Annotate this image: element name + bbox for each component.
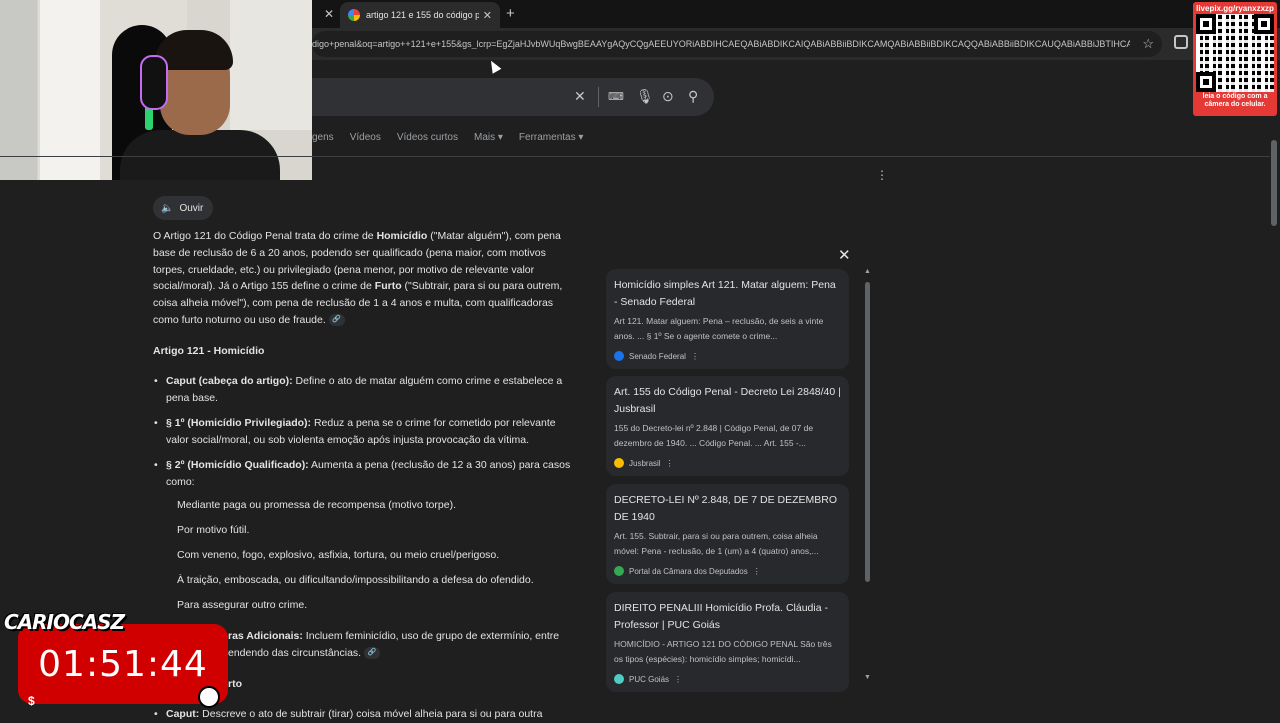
source-title[interactable]: DECRETO-LEI Nº 2.848, DE 7 DE DEZEMBRO D…: [614, 492, 841, 526]
list-item-partial-line: endendo das circunstâncias. 🔗: [228, 647, 628, 660]
more-options-icon[interactable]: ⋮: [753, 567, 761, 576]
close-sources-icon[interactable]: ✕: [838, 246, 851, 264]
sub-list-item: À traição, emboscada, ou dificultando/im…: [177, 574, 534, 586]
tab-tools[interactable]: Ferramentas ▾: [519, 132, 583, 150]
source-card[interactable]: DIREITO PENALIII Homicídio Profa. Cláudi…: [606, 592, 849, 692]
sub-list-item: Por motivo fútil.: [177, 524, 250, 536]
listen-label: Ouvir: [179, 202, 204, 214]
source-snippet: Art 121. Matar alguem: Pena – reclusão, …: [614, 315, 826, 342]
source-site: Senado Federal ⋮: [614, 351, 699, 361]
section-heading: Artigo 121 - Homicídio: [153, 345, 265, 357]
qr-bottom-text: leia o código com a câmera do celular.: [1202, 93, 1268, 108]
speaker-icon: 🔈: [161, 202, 174, 214]
webcam-overlay: [0, 0, 312, 180]
sub-list-item: Para assegurar outro crime.: [177, 599, 308, 611]
mouse-cursor-icon: [486, 58, 502, 74]
list-item: § 2º (Homicídio Qualificado): Aumenta a …: [154, 457, 576, 491]
qr-code-icon: [1196, 14, 1274, 92]
plus-icon[interactable]: +: [506, 5, 515, 22]
timer-overlay: 01:51:44: [18, 624, 228, 704]
donation-qr-overlay: livepix.gg/ryanxzxzp leia o código com a…: [1193, 2, 1277, 116]
ai-summary: O Artigo 121 do Código Penal trata do cr…: [153, 230, 563, 327]
timer-value: 01:51:44: [38, 643, 208, 685]
keyboard-icon[interactable]: ⌨: [608, 90, 624, 103]
tab-active[interactable]: artigo 121 e 155 do código pen ✕: [340, 2, 500, 28]
lens-icon[interactable]: ⊙: [662, 88, 674, 105]
site-favicon-icon: [614, 674, 624, 684]
source-card[interactable]: Art. 155 do Código Penal - Decreto Lei 2…: [606, 376, 849, 476]
tab-short-videos[interactable]: Vídeos curtos: [397, 132, 458, 150]
bold-term: Homicídio: [376, 230, 428, 242]
list-item: Caput: Descreve o ato de subtrair (tirar…: [154, 706, 576, 723]
tab-videos[interactable]: Vídeos: [350, 132, 381, 150]
source-title[interactable]: DIREITO PENALIII Homicídio Profa. Cláudi…: [614, 600, 841, 634]
source-title[interactable]: Art. 155 do Código Penal - Decreto Lei 2…: [614, 384, 841, 418]
search-input[interactable]: ✕ ⌨ 🎙 ⊙ ⚲: [312, 78, 714, 116]
source-snippet: 155 do Decreto-lei nº 2.848 | Código Pen…: [614, 422, 816, 449]
divider: [0, 156, 1270, 157]
scroll-down-icon[interactable]: ▼: [864, 674, 871, 681]
source-site: PUC Goiás ⋮: [614, 674, 682, 684]
link-icon[interactable]: 🔗: [364, 647, 381, 660]
source-card[interactable]: DECRETO-LEI Nº 2.848, DE 7 DE DEZEMBRO D…: [606, 484, 849, 584]
extensions-icon[interactable]: [1174, 35, 1188, 49]
dollar-icon: $: [28, 694, 35, 708]
source-site: Jusbrasil ⋮: [614, 458, 674, 468]
more-options-icon[interactable]: ⋮: [876, 168, 888, 182]
source-card[interactable]: Homicídio simples Art 121. Matar alguem:…: [606, 269, 849, 369]
search-icon[interactable]: ⚲: [688, 88, 698, 105]
google-favicon-icon: [348, 9, 360, 21]
headset-icon: [140, 55, 168, 110]
close-icon[interactable]: ✕: [324, 7, 334, 21]
qr-top-text: livepix.gg/ryanxzxzp: [1196, 4, 1274, 13]
link-icon[interactable]: 🔗: [328, 314, 345, 327]
more-options-icon[interactable]: ⋮: [691, 352, 699, 361]
bold-term: Furto: [374, 280, 402, 293]
tab-more[interactable]: Mais ▾: [474, 132, 503, 150]
address-bar[interactable]: digo+penal&oq=artigo++121+e+155&gs_lcrp=…: [312, 31, 1162, 57]
list-item-partial: ras Adicionais: Incluem feminicídio, uso…: [216, 628, 578, 645]
sub-list-item: Com veneno, fogo, explosivo, asfixia, to…: [177, 549, 500, 561]
listen-button[interactable]: 🔈 Ouvir: [153, 196, 214, 220]
site-favicon-icon: [614, 566, 624, 576]
site-favicon-icon: [614, 458, 624, 468]
page-scrollbar[interactable]: [1271, 140, 1277, 226]
source-site: Portal da Câmara dos Deputados ⋮: [614, 566, 761, 576]
source-title[interactable]: Homicídio simples Art 121. Matar alguem:…: [614, 277, 841, 311]
sources-scrollbar[interactable]: [865, 282, 870, 582]
source-snippet: Art. 155. Subtrair, para si ou para outr…: [614, 530, 821, 557]
more-options-icon[interactable]: ⋮: [666, 459, 674, 468]
scroll-up-icon[interactable]: ▲: [864, 268, 871, 275]
close-icon[interactable]: ✕: [483, 9, 492, 22]
tab-title: artigo 121 e 155 do código pen: [366, 10, 479, 20]
section-heading-partial: rto: [228, 678, 242, 690]
sub-list-item: Mediante paga ou promessa de recompensa …: [177, 499, 456, 511]
source-snippet: HOMICÍDIO - ARTIGO 121 DO CÓDIGO PENAL S…: [614, 638, 835, 665]
divider: [598, 87, 599, 107]
timer-label: CARIOCASZ: [4, 610, 125, 634]
microphone-icon[interactable]: 🎙: [636, 88, 654, 105]
clear-icon[interactable]: ✕: [574, 88, 586, 105]
skull-icon: [198, 686, 220, 708]
tab-images[interactable]: gens: [312, 132, 334, 150]
search-filters: gens Vídeos Vídeos curtos Mais ▾ Ferrame…: [312, 132, 583, 150]
url-text: digo+penal&oq=artigo++121+e+155&gs_lcrp=…: [312, 39, 1130, 49]
site-favicon-icon: [614, 351, 624, 361]
list-item: § 1º (Homicídio Privilegiado): Reduz a p…: [154, 415, 576, 449]
star-icon[interactable]: ☆: [1142, 36, 1154, 52]
list-item: Caput (cabeça do artigo): Define o ato d…: [154, 373, 576, 407]
more-options-icon[interactable]: ⋮: [674, 675, 682, 684]
